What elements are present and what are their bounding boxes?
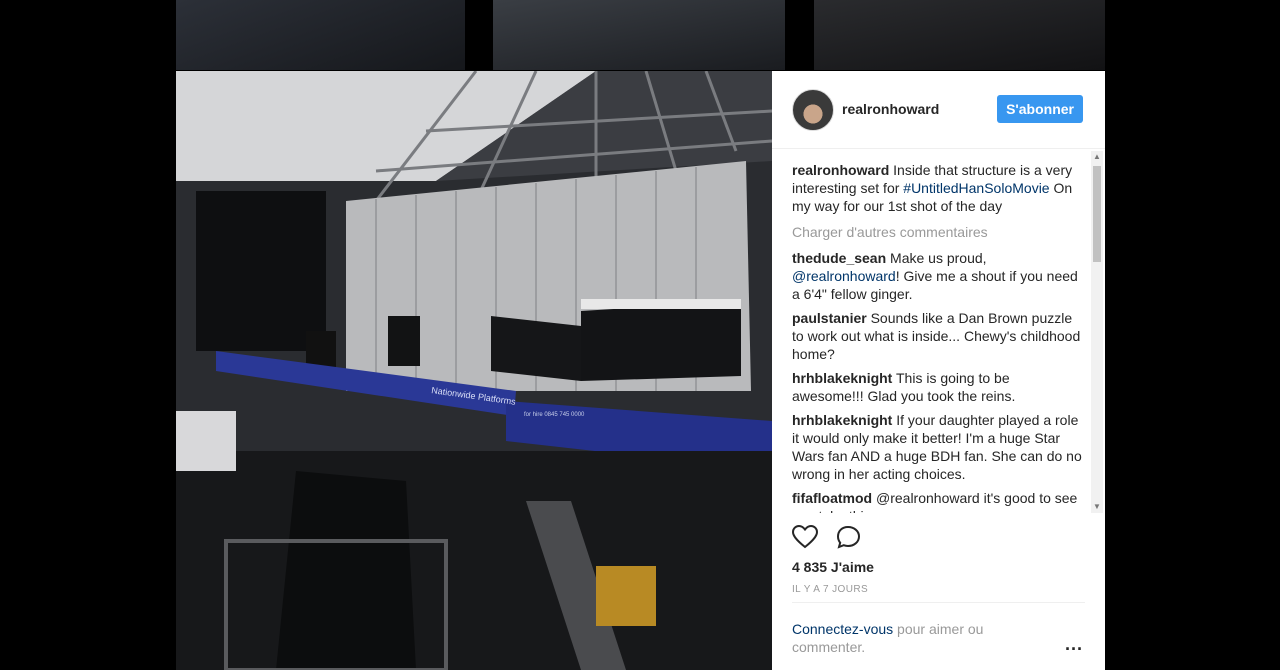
scroll-down-arrow-icon[interactable]: ▼: [1091, 501, 1103, 513]
ellipsis-icon[interactable]: ···: [1065, 639, 1083, 660]
post-side-panel: realronhoward S'abonner realronhoward In…: [772, 71, 1105, 670]
comment-username[interactable]: paulstanier: [792, 310, 867, 326]
post-photo[interactable]: Nationwide Platforms for hire 0845 745 0…: [176, 71, 772, 670]
comments-scrollbar[interactable]: ▲ ▼: [1091, 151, 1103, 513]
comment-mention[interactable]: @realronhoward: [792, 268, 896, 284]
login-prompt: Connectez-vous pour aimer ou commenter.: [792, 620, 1032, 656]
post-header: realronhoward S'abonner: [772, 71, 1105, 149]
post-timestamp[interactable]: IL Y A 7 JOURS: [792, 584, 868, 595]
comment-item: thedude_sean Make us proud, @realronhowa…: [792, 249, 1082, 303]
comment-username[interactable]: hrhblakeknight: [792, 370, 892, 386]
heart-outline-icon[interactable]: [791, 524, 819, 554]
caption-hashtag[interactable]: #UntitledHanSoloMovie: [903, 180, 1049, 196]
background-thumbnail-3[interactable]: [814, 0, 1105, 70]
comment-item: fifafloatmod @realronhoward it's good to…: [792, 489, 1082, 513]
background-thumbnail-1[interactable]: [176, 0, 465, 70]
login-link[interactable]: Connectez-vous: [792, 621, 893, 637]
avatar[interactable]: [792, 89, 834, 131]
speech-bubble-icon[interactable]: [836, 525, 862, 554]
crane-phone-text: for hire 0845 745 0000: [524, 412, 585, 418]
comment-username[interactable]: thedude_sean: [792, 250, 886, 266]
comments-list[interactable]: realronhoward Inside that structure is a…: [792, 161, 1082, 513]
post-modal: Nationwide Platforms for hire 0845 745 0…: [176, 71, 1105, 670]
scroll-up-arrow-icon[interactable]: ▲: [1091, 151, 1103, 163]
studio-set-photo: Nationwide Platforms for hire 0845 745 0…: [176, 71, 772, 670]
comment-text: Make us proud,: [890, 250, 987, 266]
comment-item: paulstanier Sounds like a Dan Brown puzz…: [792, 309, 1082, 363]
comment-username[interactable]: hrhblakeknight: [792, 412, 892, 428]
background-thumbnail-2[interactable]: [493, 0, 785, 70]
header-username[interactable]: realronhoward: [842, 101, 939, 117]
divider: [792, 602, 1085, 603]
comment-username[interactable]: fifafloatmod: [792, 490, 872, 506]
scroll-thumb[interactable]: [1093, 166, 1101, 262]
likes-count[interactable]: 4 835 J'aime: [792, 559, 874, 575]
comment-item: hrhblakeknight This is going to be aweso…: [792, 369, 1082, 405]
post-actions: [791, 524, 876, 554]
load-more-comments-button[interactable]: Charger d'autres commentaires: [792, 223, 1082, 241]
comment-item: hrhblakeknight If your daughter played a…: [792, 411, 1082, 483]
caption-username[interactable]: realronhoward: [792, 162, 889, 178]
follow-button[interactable]: S'abonner: [997, 95, 1083, 123]
caption: realronhoward Inside that structure is a…: [792, 161, 1082, 215]
